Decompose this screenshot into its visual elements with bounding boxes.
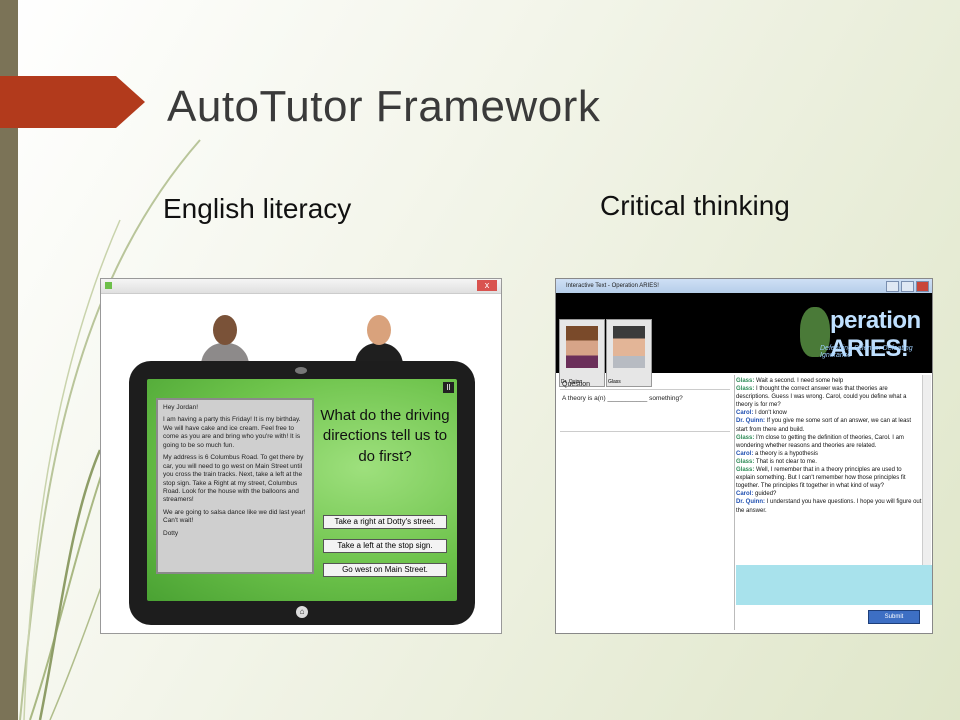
speaker: Carol:	[736, 410, 754, 417]
chat-log: Glass: Wait a second. I need some help G…	[736, 377, 922, 563]
window-title: Interactive Text - Operation ARIES!	[566, 283, 659, 289]
slide-title: AutoTutor Framework	[167, 82, 601, 131]
question-header: Question	[562, 381, 591, 388]
window-titlebar: Interactive Text - Operation ARIES!	[556, 279, 932, 293]
question-panel: Question A theory is a(n) ___________ so…	[556, 375, 735, 630]
message: I'm close to getting the definition of t…	[736, 434, 904, 449]
chat-message: Glass: That is not clear to me.	[736, 458, 922, 466]
chat-message: Glass: I thought the correct answer was …	[736, 385, 922, 409]
caption-english-literacy: English literacy	[163, 193, 352, 224]
message: I thought the correct answer was that th…	[736, 386, 907, 409]
message: Wait a second. I need some help	[754, 378, 844, 384]
speaker: Dr. Quinn:	[736, 499, 765, 506]
speaker: Glass:	[736, 434, 755, 441]
message: Well, I remember that in a theory princi…	[736, 467, 906, 490]
message: guided?	[753, 491, 777, 498]
maximize-button[interactable]	[901, 281, 914, 292]
chat-message: Dr. Quinn: I understand you have questio…	[736, 498, 922, 514]
close-button[interactable]: x	[477, 280, 497, 291]
chat-message: Carol: guided?	[736, 490, 922, 498]
invitation-letter: Hey Jordan! I am having a party this Fri…	[156, 398, 314, 574]
tablet-screen: II Hey Jordan! I am having a party this …	[147, 379, 457, 601]
question-text: A theory is a(n) ___________ something?	[562, 395, 683, 402]
pause-button[interactable]: II	[443, 382, 454, 393]
chat-message: Carol: a theory is a hypothesis	[736, 450, 922, 458]
aries-banner: Dr. Quinn Glass peration ARIES! Defendin…	[556, 293, 932, 387]
speaker: Carol:	[736, 450, 754, 457]
app-icon	[105, 282, 112, 289]
message: That is not clear to me.	[754, 458, 817, 465]
tablet-frame: II Hey Jordan! I am having a party this …	[129, 361, 475, 625]
title-arrow	[0, 76, 145, 128]
chat-scrollbar[interactable]	[922, 375, 931, 565]
letter-paragraph: I am having a party this Friday! It is m…	[163, 416, 301, 449]
chat-message: Glass: Well, I remember that in a theory…	[736, 466, 922, 490]
chat-message: Dr. Quinn: If you give me some sort of a…	[736, 417, 922, 433]
speaker: Glass:	[736, 467, 755, 474]
chat-message: Carol: I don't know	[736, 409, 922, 417]
minimize-button[interactable]	[886, 281, 899, 292]
speaker: Glass:	[736, 386, 755, 393]
letter-paragraph: We are going to salsa dance like we did …	[163, 508, 306, 525]
speaker: Glass:	[736, 458, 755, 465]
message: I don't know	[753, 410, 787, 417]
speaker: Dr. Quinn:	[736, 418, 765, 425]
speaker: Carol:	[736, 491, 754, 498]
home-icon[interactable]: ⌂	[296, 606, 308, 618]
operation-aries-logo: peration ARIES! Defending Science: Defea…	[800, 303, 926, 363]
answer-option-3[interactable]: Go west on Main Street.	[323, 563, 447, 577]
question-text: What do the driving directions tell us t…	[320, 407, 450, 465]
caption-critical-thinking: Critical thinking	[600, 190, 790, 221]
operation-aries-screenshot: Interactive Text - Operation ARIES! Dr. …	[555, 278, 933, 634]
chat-message: Glass: Wait a second. I need some help	[736, 377, 922, 385]
window-titlebar: x	[101, 279, 501, 294]
speaker: Glass:	[736, 378, 755, 384]
camera-icon	[295, 367, 307, 374]
glass-avatar	[613, 326, 645, 368]
letter-paragraph: Hey Jordan!	[163, 404, 199, 411]
message: a theory is a hypothesis	[753, 450, 819, 457]
submit-button[interactable]: Submit	[868, 610, 920, 624]
chat-message: Glass: I'm close to getting the definiti…	[736, 434, 922, 450]
letter-paragraph: My address is 6 Columbus Road. To get th…	[163, 454, 304, 504]
answer-input[interactable]	[736, 565, 932, 605]
answer-option-2[interactable]: Take a left at the stop sign.	[323, 539, 447, 553]
answer-option-1[interactable]: Take a right at Dotty's street.	[323, 515, 447, 529]
letter-signature: Dotty	[163, 529, 179, 537]
dr-quinn-avatar	[566, 326, 598, 368]
logo-tagline: Defending Science: Defeating Ignorance	[820, 345, 913, 359]
english-literacy-screenshot: x II Hey Jordan! I am having a party thi…	[100, 278, 502, 634]
close-button[interactable]	[916, 281, 929, 292]
